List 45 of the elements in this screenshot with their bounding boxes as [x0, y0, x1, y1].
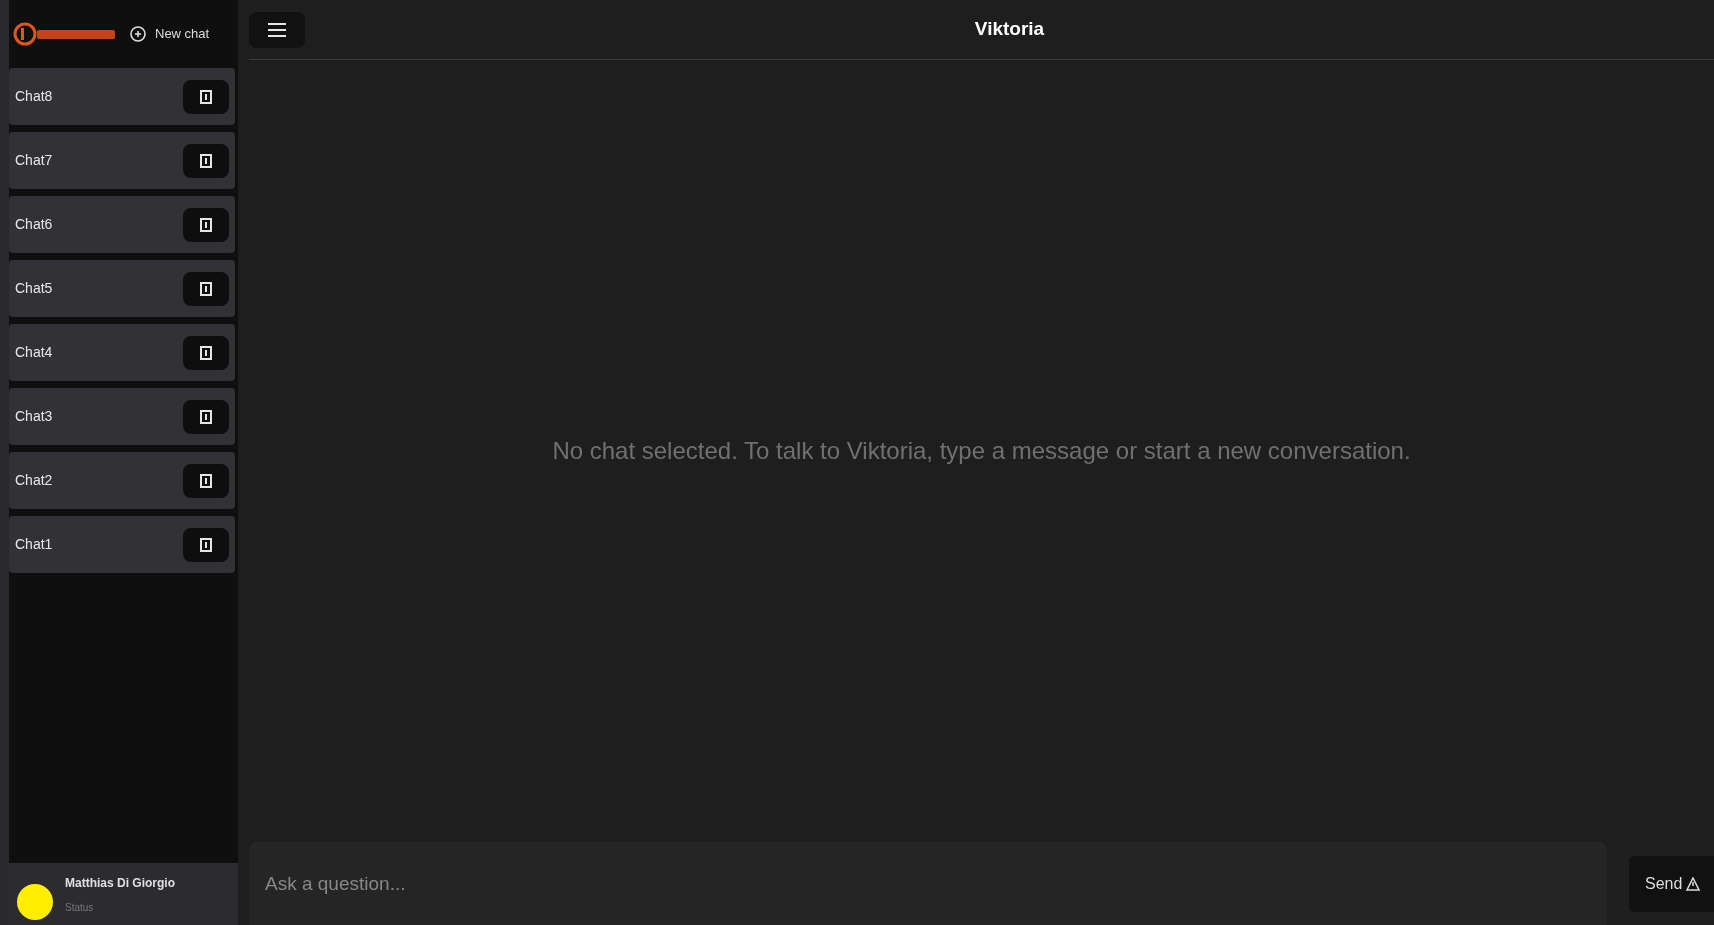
empty-state-message: No chat selected. To talk to Viktoria, type a message or start a new conversation.	[552, 436, 1411, 466]
user-panel[interactable]: Matthias Di Giorgio Status	[9, 863, 238, 925]
chat-title: Chat2	[15, 471, 53, 490]
chat-item[interactable]: Chat7	[9, 132, 235, 189]
chat-item[interactable]: Chat3	[9, 388, 235, 445]
warning-icon	[1686, 876, 1701, 891]
user-name: Matthias Di Giorgio	[65, 874, 175, 892]
menu-button[interactable]	[249, 11, 305, 48]
new-chat-button[interactable]: New chat	[129, 24, 210, 44]
chat-item[interactable]: Chat5	[9, 260, 235, 317]
chat-title-heading: Viktoria	[974, 17, 1045, 42]
trash-icon	[199, 472, 213, 489]
question-input[interactable]: Ask a question...	[249, 842, 1607, 925]
trash-icon	[199, 408, 213, 425]
chat-item[interactable]: Chat6	[9, 196, 235, 253]
delete-button[interactable]	[183, 271, 229, 306]
menu-icon	[268, 22, 286, 37]
delete-button[interactable]	[183, 79, 229, 114]
trash-icon	[199, 536, 213, 553]
delete-button[interactable]	[183, 207, 229, 242]
user-status: Status	[65, 900, 95, 915]
delete-button[interactable]	[183, 463, 229, 498]
delete-button[interactable]	[183, 527, 229, 562]
chat-plus-icon	[129, 25, 147, 43]
send-button[interactable]: Send	[1629, 855, 1714, 912]
chat-title: Chat4	[15, 343, 53, 362]
chat-title: Chat7	[15, 151, 53, 170]
chat-title: Chat5	[15, 279, 53, 298]
delete-button[interactable]	[183, 143, 229, 178]
trash-icon	[199, 280, 213, 297]
trash-icon	[199, 216, 213, 233]
chat-item[interactable]: Chat2	[9, 452, 235, 509]
trash-icon	[199, 152, 213, 169]
chat-title: Chat8	[15, 87, 53, 106]
chat-item[interactable]: Chat4	[9, 324, 235, 381]
delete-button[interactable]	[183, 399, 229, 434]
chat-item[interactable]: Chat8	[9, 68, 235, 125]
chat-title: Chat6	[15, 215, 53, 234]
trash-icon	[199, 344, 213, 361]
logo[interactable]	[13, 22, 117, 46]
chat-title: Chat1	[15, 535, 53, 554]
delete-button[interactable]	[183, 335, 229, 370]
chat-title: Chat3	[15, 407, 53, 426]
chat-item[interactable]: Chat1	[9, 516, 235, 573]
trash-icon	[199, 88, 213, 105]
